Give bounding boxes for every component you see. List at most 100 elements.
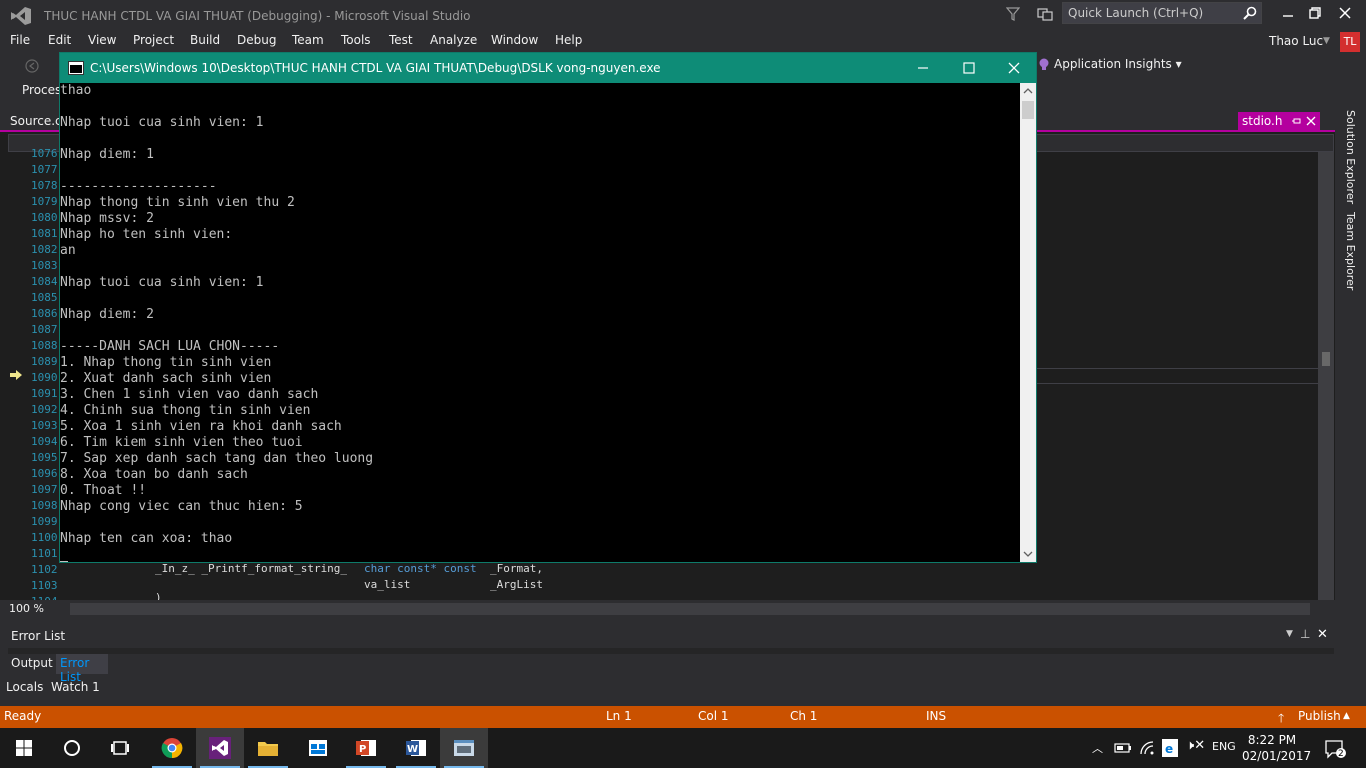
error-list-toolbar	[8, 648, 1334, 654]
taskbar-store[interactable]	[294, 728, 342, 768]
publish-button[interactable]: Publish	[1298, 709, 1341, 723]
menu-file[interactable]: File	[10, 33, 30, 47]
editor-vertical-scrollbar[interactable]	[1318, 152, 1334, 600]
error-list-header: Error List ▼ ⊥ ✕	[0, 626, 1335, 646]
taskbar-file-explorer[interactable]	[244, 728, 292, 768]
solution-explorer-tab[interactable]: Solution Explorer	[1344, 110, 1357, 204]
line-number: 1095	[31, 451, 58, 464]
user-menu-caret-icon[interactable]: ▼	[1323, 36, 1330, 46]
console-scroll-thumb[interactable]	[1022, 101, 1034, 119]
input-language[interactable]: ENG	[1212, 740, 1236, 753]
console-close-button[interactable]	[991, 53, 1037, 83]
console-line: Nhap cong viec can thuc hien: 5	[60, 499, 303, 514]
console-output[interactable]: thao Nhap tuoi cua sinh vien: 1 Nhap die…	[60, 83, 1020, 562]
status-char: Ch 1	[790, 709, 818, 723]
panel-close-icon[interactable]: ✕	[1317, 627, 1328, 642]
menu-edit[interactable]: Edit	[48, 33, 71, 47]
line-number: 1076	[31, 147, 58, 160]
vs-restore-button[interactable]	[1303, 4, 1327, 22]
console-vertical-scrollbar[interactable]	[1020, 83, 1036, 562]
pin-icon[interactable]	[1292, 116, 1302, 126]
line-number: 1085	[31, 291, 58, 304]
publish-caret-icon[interactable]: ▲	[1343, 711, 1350, 721]
console-window[interactable]: C:\Users\Windows 10\Desktop\THUC HANH CT…	[59, 52, 1037, 563]
console-line: Nhap diem: 1	[60, 147, 154, 162]
zoom-level[interactable]: 100 %	[9, 602, 44, 615]
console-line: 0. Thoat !!	[60, 483, 147, 498]
taskbar-clock[interactable]: 8:22 PM 02/01/2017	[1242, 732, 1311, 764]
tab-error-list[interactable]: Error List	[56, 654, 108, 684]
console-line: 2. Xuat danh sach sinh vien	[60, 371, 272, 386]
tab-close-icon[interactable]	[1306, 116, 1316, 126]
taskbar-powerpoint[interactable]: P	[342, 728, 390, 768]
menu-project[interactable]: Project	[133, 33, 174, 47]
console-line: 6. Tim kiem sinh vien theo tuoi	[60, 435, 303, 450]
console-title-bar[interactable]: C:\Users\Windows 10\Desktop\THUC HANH CT…	[60, 53, 1036, 83]
console-minimize-button[interactable]	[900, 53, 946, 83]
svg-text:P: P	[359, 744, 366, 755]
menu-view[interactable]: View	[88, 33, 116, 47]
tab-stdio-h[interactable]: stdio.h	[1238, 112, 1320, 130]
menu-team[interactable]: Team	[292, 33, 324, 47]
line-number: 1092	[31, 403, 58, 416]
console-line: 4. Chinh sua thong tin sinh vien	[60, 403, 311, 418]
application-insights-button[interactable]: Application Insights ▾	[1054, 57, 1182, 71]
menu-tools[interactable]: Tools	[341, 33, 371, 47]
console-window-icon	[68, 61, 84, 75]
console-line: an	[60, 243, 76, 258]
line-number: 1094	[31, 435, 58, 448]
line-number: 1102	[31, 563, 58, 576]
quick-launch-input[interactable]: Quick Launch (Ctrl+Q)	[1062, 2, 1262, 24]
menu-analyze[interactable]: Analyze	[430, 33, 477, 47]
vs-minimize-button[interactable]	[1276, 4, 1300, 22]
tab-output[interactable]: Output	[11, 656, 53, 670]
scroll-up-icon[interactable]	[1023, 86, 1033, 96]
visual-studio-logo-icon	[11, 7, 31, 25]
notification-filter-icon[interactable]	[1006, 6, 1020, 22]
console-line: Nhap mssv: 2	[60, 211, 154, 226]
line-number: 1097	[31, 483, 58, 496]
notification-count: 2	[1338, 749, 1344, 759]
taskbar-chrome[interactable]	[148, 728, 196, 768]
start-button[interactable]	[0, 728, 48, 768]
panel-dropdown-icon[interactable]: ▼	[1286, 629, 1293, 639]
volume-muted-icon[interactable]: 🕨✕	[1186, 738, 1205, 753]
tab-watch-1[interactable]: Watch 1	[51, 680, 100, 694]
taskbar-word[interactable]: W	[392, 728, 440, 768]
word-icon: W	[406, 740, 426, 756]
show-hidden-icons-icon[interactable]: ︿	[1092, 740, 1103, 756]
navigate-back-icon[interactable]	[24, 58, 40, 74]
menu-debug[interactable]: Debug	[237, 33, 276, 47]
line-number: 1090	[31, 371, 58, 384]
user-name[interactable]: Thao Luc	[1269, 34, 1323, 48]
menu-test[interactable]: Test	[389, 33, 413, 47]
console-line: Nhap ho ten sinh vien:	[60, 227, 233, 242]
task-view-button[interactable]	[96, 728, 144, 768]
vs-close-button[interactable]	[1333, 4, 1357, 22]
scroll-down-icon[interactable]	[1023, 549, 1033, 559]
right-tool-rail: Solution Explorer Team Explorer	[1336, 100, 1366, 605]
current-line-highlight	[1036, 368, 1318, 384]
publish-up-arrow-icon: 🡑	[1278, 711, 1285, 725]
menu-window[interactable]: Window	[491, 33, 538, 47]
cortana-button[interactable]	[48, 728, 96, 768]
team-explorer-tab[interactable]: Team Explorer	[1344, 212, 1357, 290]
status-insert-mode: INS	[926, 709, 947, 723]
battery-icon[interactable]	[1114, 742, 1132, 754]
wifi-icon[interactable]	[1139, 740, 1155, 756]
feedback-icon[interactable]	[1037, 6, 1053, 22]
scroll-thumb[interactable]	[1322, 352, 1330, 366]
search-icon	[1243, 6, 1257, 20]
console-cursor	[60, 561, 68, 562]
tab-locals[interactable]: Locals	[6, 680, 43, 694]
menu-help[interactable]: Help	[555, 33, 582, 47]
line-number: 1089	[31, 355, 58, 368]
menu-build[interactable]: Build	[190, 33, 220, 47]
taskbar-console[interactable]	[440, 728, 488, 768]
taskbar-visual-studio[interactable]	[196, 728, 244, 768]
edge-icon[interactable]: e	[1162, 739, 1178, 757]
editor-horizontal-scrollbar[interactable]	[70, 603, 1310, 615]
console-maximize-button[interactable]	[946, 53, 992, 83]
avatar[interactable]: TL	[1340, 32, 1360, 52]
panel-pin-icon[interactable]: ⊥	[1300, 627, 1310, 641]
